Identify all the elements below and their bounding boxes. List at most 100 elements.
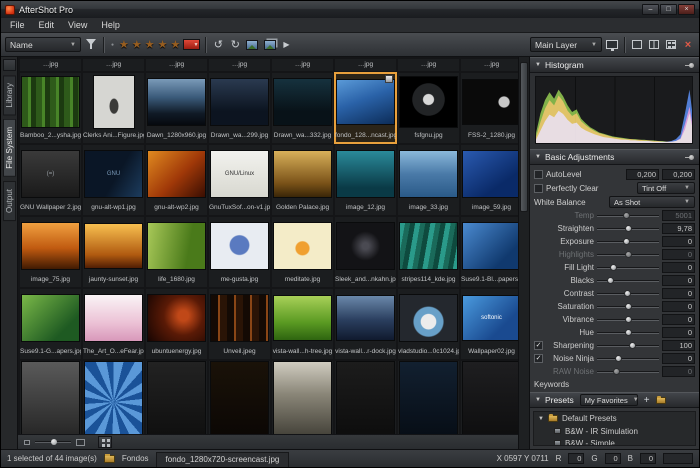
grid-view-button[interactable] [98, 436, 112, 448]
view-grid-icon[interactable] [664, 37, 678, 53]
thumbnail-cell[interactable]: image_75.jpg [20, 217, 81, 287]
current-folder[interactable]: Fondos [122, 454, 149, 463]
thumbnail-cell[interactable] [146, 361, 207, 434]
histogram-header[interactable]: ▼ Histogram [530, 57, 699, 73]
vibrance-slider[interactable] [597, 315, 659, 324]
temp-slider-knob[interactable] [623, 212, 630, 219]
sharpening-value[interactable]: 100 [662, 340, 695, 351]
thumbnail-cell[interactable]: Drawn_wa...332.jpg [272, 73, 333, 143]
expand-triangle-icon[interactable]: ▼ [538, 416, 544, 422]
autolevel-low-value[interactable]: 0,200 [626, 169, 659, 180]
thumbnail-cell[interactable]: jaunty-sunset.jpg [83, 217, 144, 287]
preset-item[interactable]: B&W - Simple [534, 437, 695, 446]
layer-combo[interactable]: Main Layer ▼ [530, 37, 602, 52]
tab-file-system[interactable]: File System [3, 119, 16, 177]
temp-slider[interactable] [597, 211, 659, 220]
raw-noise-value[interactable]: 0 [662, 366, 695, 377]
thumbnail-cell[interactable]: …jpg [272, 59, 333, 71]
thumbnail-cell[interactable]: fsfgnu.jpg [398, 73, 459, 143]
thumbnail-cell[interactable]: image_12.jpg [335, 145, 396, 215]
thumbnail-cell[interactable]: …jpg [398, 59, 459, 71]
thumbnail-cell[interactable] [335, 361, 396, 434]
thumbnail-cell[interactable]: life_1680.jpg [146, 217, 207, 287]
tab-output[interactable]: Output [3, 181, 16, 221]
highlights-value[interactable]: 0 [662, 249, 695, 260]
thumbnail-cell[interactable]: stripes114_kde.jpg [398, 217, 459, 287]
collapse-triangle-icon[interactable]: ▼ [535, 397, 541, 403]
thumbnail-cell[interactable]: (=)GNU Wallpaper 2.jpg [20, 145, 81, 215]
star-icon[interactable]: ★ [132, 38, 142, 51]
thumbnail-cell[interactable]: Clerks Ani...Figure.jpg [83, 73, 144, 143]
close-button[interactable]: × [678, 4, 695, 15]
thumbnail-cell[interactable]: Suse9.1-G...apers.jpg [20, 289, 81, 359]
thumbnail-cell[interactable] [20, 361, 81, 434]
thumbnail-cell[interactable]: …jpg [20, 59, 81, 71]
star-icon[interactable]: ★ [158, 38, 168, 51]
presets-header[interactable]: ▼ Presets My Favorites ▼ + [530, 392, 699, 408]
exposure-slider-knob[interactable] [623, 238, 630, 245]
contrast-slider[interactable] [597, 289, 659, 298]
thumbnail-cell[interactable] [461, 361, 518, 434]
straighten-value[interactable]: 9,78 [662, 223, 695, 234]
contrast-slider-knob[interactable] [624, 290, 631, 297]
thumbnail-cell[interactable]: …jpg [335, 59, 396, 71]
thumbnail-cell[interactable]: FSS-2_1280.jpg [461, 73, 518, 143]
panel-collapse-handle[interactable] [3, 59, 16, 71]
thumbnail-cell[interactable]: Drawn_wa...299.jpg [209, 73, 270, 143]
tab-library[interactable]: Library [3, 75, 16, 115]
contrast-value[interactable]: 0 [662, 288, 695, 299]
menu-help[interactable]: Help [94, 19, 127, 31]
highlights-slider-knob[interactable] [625, 251, 632, 258]
straighten-slider-knob[interactable] [625, 225, 632, 232]
vibrance-slider-knob[interactable] [625, 316, 632, 323]
scrollbar-thumb[interactable] [520, 62, 528, 212]
color-label-swatch[interactable]: ▼ [183, 39, 200, 50]
thumbnail-cell[interactable]: …jpg [83, 59, 144, 71]
sort-field-combo[interactable]: Name ▼ [5, 37, 81, 52]
pin-icon[interactable] [685, 153, 694, 162]
blacks-value[interactable]: 0 [662, 275, 695, 286]
raw-noise-slider-knob[interactable] [613, 368, 620, 375]
thumbnail-cell[interactable]: GNUgnu-alt-wp1.jpg [83, 145, 144, 215]
thumbnail-cell[interactable]: GNU/LinuxGnuTuxSof...on-v1.jpg [209, 145, 270, 215]
exposure-slider[interactable] [597, 237, 659, 246]
menu-view[interactable]: View [61, 19, 94, 31]
saturation-slider-knob[interactable] [625, 303, 632, 310]
thumbnail-cell[interactable]: image_59.jpg [461, 145, 518, 215]
fill-light-slider-knob[interactable] [610, 264, 617, 271]
perfectly-clear-combo[interactable]: Tint Off ▼ [637, 182, 695, 194]
slideshow-icon[interactable]: ▶ [279, 37, 293, 53]
maximize-button[interactable]: □ [660, 4, 677, 15]
star-icon[interactable]: ★ [171, 38, 181, 51]
fill-light-value[interactable]: 0 [662, 262, 695, 273]
thumbnail-cell[interactable]: me-gusta.jpg [209, 217, 270, 287]
thumbnail-cell[interactable]: image_33.jpg [398, 145, 459, 215]
minimize-button[interactable]: – [642, 4, 659, 15]
view-split-icon[interactable] [647, 37, 661, 53]
noise-ninja-slider[interactable] [597, 354, 659, 363]
autolevel-checkbox[interactable] [534, 170, 543, 179]
grid-scrollbar[interactable] [518, 57, 529, 449]
add-preset-icon[interactable]: + [642, 395, 652, 406]
preset-folder-icon[interactable] [656, 397, 666, 404]
thumbnail-cell[interactable]: vista-wall...h-tree.jpg [272, 289, 333, 359]
thumbnail-cell[interactable]: Dawn_1280x960.jpg [146, 73, 207, 143]
perfectly-clear-checkbox[interactable] [534, 184, 543, 193]
hue-value[interactable]: 0 [662, 327, 695, 338]
noise-ninja-checkbox[interactable]: ✓ [534, 354, 543, 363]
thumbnail-cell[interactable]: vladstudio...0c1024.jpg [398, 289, 459, 359]
sort-direction-icon[interactable] [84, 37, 98, 53]
blacks-slider-knob[interactable] [607, 277, 614, 284]
saturation-value[interactable]: 0 [662, 301, 695, 312]
thumbnail-cell[interactable]: Bamboo_2...ysha.jpg [20, 73, 81, 143]
no-rating-icon[interactable]: ● [109, 42, 116, 48]
thumbnail-cell[interactable]: …jpg [146, 59, 207, 71]
vibrance-value[interactable]: 0 [662, 314, 695, 325]
monitor-icon[interactable] [605, 37, 619, 53]
thumbnail-cell[interactable]: Suse9.1-Bl...papers.jpg [461, 217, 518, 287]
blacks-slider[interactable] [597, 276, 659, 285]
thumbnail-cell[interactable]: gnu-alt-wp2.jpg [146, 145, 207, 215]
hue-slider[interactable] [597, 328, 659, 337]
thumbnail-cell[interactable]: The_Art_O...eFear.jpg [83, 289, 144, 359]
thumbnail-cell[interactable] [398, 361, 459, 434]
